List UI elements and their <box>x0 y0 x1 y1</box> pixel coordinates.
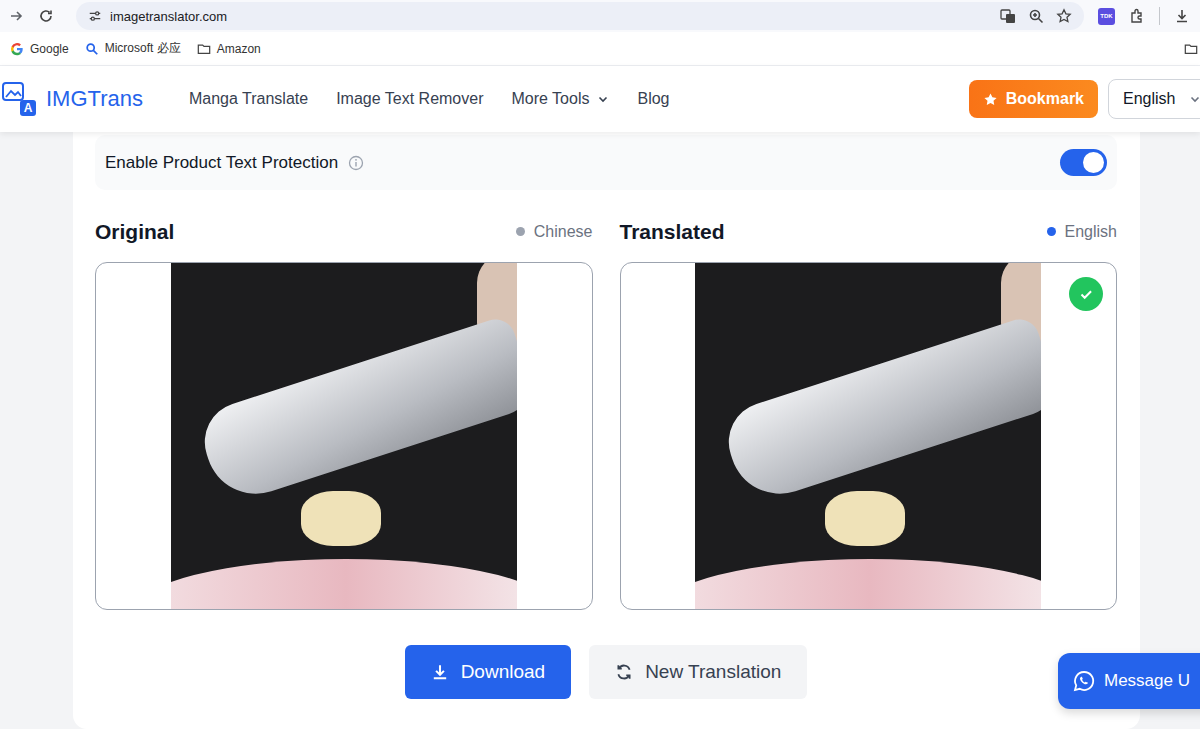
panel-title: Translated <box>620 220 725 244</box>
browser-window: imagetranslator.com TDK Google Microsoft 必应… <box>0 0 1200 729</box>
garlic-press-shape <box>194 314 517 506</box>
product-image <box>171 263 517 609</box>
extensions-puzzle-icon[interactable] <box>1129 8 1145 24</box>
bookmark-item[interactable]: Amazon <box>197 42 261 56</box>
forward-arrow-icon[interactable] <box>8 8 24 24</box>
protection-row: Enable Product Text Protection <box>95 135 1117 190</box>
image-frame <box>620 262 1118 610</box>
chevron-down-icon <box>597 93 609 105</box>
site-header: AIMGTrans Manga Translate Image Text Remov… <box>0 66 1200 132</box>
image-frame <box>95 262 593 610</box>
bing-search-icon <box>85 42 99 56</box>
reload-icon[interactable] <box>38 8 54 24</box>
bookmarks-bar: Google Microsoft 必应 Amazon <box>0 32 1200 66</box>
nav-item[interactable]: Manga Translate <box>189 90 308 108</box>
check-badge-icon <box>1069 277 1103 311</box>
toggle-knob <box>1083 152 1104 173</box>
panel-title: Original <box>95 220 174 244</box>
language-dot <box>516 227 525 236</box>
new-translation-button[interactable]: New Translation <box>589 645 807 699</box>
extension-badge[interactable]: TDK <box>1098 8 1115 25</box>
bowl-shape <box>695 559 1041 609</box>
protection-toggle[interactable] <box>1060 149 1107 176</box>
bookmark-button[interactable]: Bookmark <box>969 80 1098 118</box>
downloads-icon[interactable] <box>1174 8 1190 24</box>
garlic-shape <box>825 491 905 546</box>
garlic-press-shape <box>719 314 1042 506</box>
message-us-button[interactable]: Message U <box>1058 653 1200 709</box>
download-button[interactable]: Download <box>405 645 572 699</box>
zoom-icon[interactable] <box>1028 8 1044 24</box>
language-dot <box>1047 227 1056 236</box>
main-area: Enable Product Text Protection Original Ch… <box>0 132 1200 729</box>
nav-item[interactable]: Image Text Remover <box>336 90 483 108</box>
bowl-shape <box>171 559 517 609</box>
translate-icon[interactable] <box>1000 8 1016 24</box>
main-nav: Manga Translate Image Text Remover More To… <box>189 90 670 108</box>
browser-toolbar: imagetranslator.com TDK <box>0 0 1200 32</box>
star-icon <box>983 92 998 107</box>
logo-icon: A <box>2 82 36 116</box>
star-icon[interactable] <box>1056 8 1072 24</box>
url-text[interactable]: imagetranslator.com <box>110 9 227 24</box>
refresh-icon <box>615 663 633 681</box>
language-label: English <box>1047 223 1117 241</box>
logo[interactable]: AIMGTrans <box>0 82 143 116</box>
download-icon <box>431 663 449 681</box>
address-bar[interactable]: imagetranslator.com <box>76 2 1084 30</box>
image-panel: Original Chinese <box>95 215 593 610</box>
info-icon[interactable] <box>348 155 364 171</box>
nav-item[interactable]: Blog <box>637 90 669 108</box>
whatsapp-icon <box>1072 669 1096 693</box>
folder-icon[interactable] <box>1184 42 1198 56</box>
language-select[interactable]: English <box>1108 79 1200 119</box>
protection-label: Enable Product Text Protection <box>105 153 338 173</box>
nav-item[interactable]: More Tools <box>512 90 610 108</box>
garlic-shape <box>301 491 381 546</box>
chevron-down-icon <box>1189 93 1200 105</box>
image-panel: Translated English <box>620 215 1118 610</box>
toolbar-separator <box>1159 7 1160 25</box>
result-card: Enable Product Text Protection Original Ch… <box>73 132 1140 729</box>
site-settings-icon[interactable] <box>88 9 102 23</box>
google-icon <box>10 42 24 56</box>
product-image <box>695 263 1041 609</box>
bookmark-item[interactable]: Microsoft 必应 <box>85 40 181 57</box>
bookmark-item[interactable]: Google <box>10 42 69 56</box>
folder-icon <box>197 42 211 56</box>
language-label: Chinese <box>516 223 593 241</box>
